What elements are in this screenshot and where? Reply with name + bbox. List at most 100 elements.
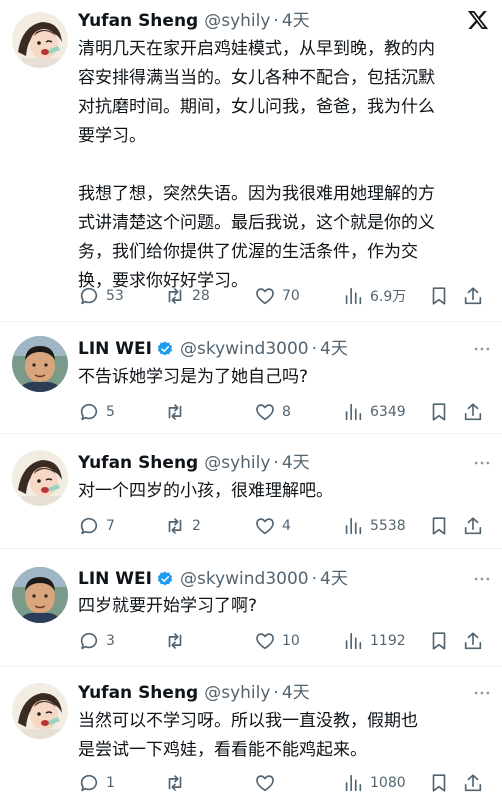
views-chart-icon: [345, 517, 362, 535]
reply-button[interactable]: 7: [78, 515, 115, 537]
like-count: 8: [282, 404, 291, 420]
avatar[interactable]: [12, 567, 68, 623]
author-handle[interactable]: @syhily: [204, 682, 270, 704]
tweet-text: 清明几天在家开启鸡娃模式，从早到晚，教的内 容安排得满当当的。女儿各种不配合，包…: [78, 35, 490, 296]
timestamp[interactable]: 4天: [282, 682, 310, 704]
tweet-text: 当然可以不学习呀。所以我一直没教，假期也 是尝试一下鸡娃，看看能不能鸡起来。: [78, 707, 490, 765]
reply-button[interactable]: 3: [78, 630, 115, 652]
more-dots-icon: [474, 577, 490, 581]
more-options-button[interactable]: [470, 452, 494, 474]
like-count: 10: [282, 633, 300, 649]
author-handle[interactable]: @skywind3000: [180, 568, 309, 590]
retweet-button[interactable]: [164, 630, 192, 652]
reply-button[interactable]: 5: [78, 401, 115, 423]
share-button[interactable]: [462, 285, 484, 307]
timestamp[interactable]: 4天: [282, 452, 310, 474]
share-icon: [464, 632, 482, 650]
bookmark-button[interactable]: [428, 630, 450, 652]
views-button[interactable]: 1192: [342, 630, 406, 652]
tweet-paragraph: 不告诉她学习是为了她自己吗?: [78, 367, 309, 387]
retweet-icon: [168, 288, 182, 304]
tweet-paragraph: 我想了想，突然失语。因为我很难用她理解的方 式讲清楚这个问题。最后我说，这个就是…: [78, 184, 435, 291]
retweet-button[interactable]: [164, 401, 192, 423]
tweet-header: Yufan Sheng @syhily · 4天: [78, 10, 458, 32]
reply-tweet-card[interactable]: LIN WEI @skywind3000 · 4天 四岁就要开始学习了啊? 3 …: [0, 549, 502, 667]
tweet-text: 对一个四岁的小孩，很难理解吧。: [78, 477, 490, 506]
like-count: 70: [282, 288, 300, 304]
reply-count: 5: [106, 404, 115, 420]
reply-button[interactable]: 1: [78, 772, 115, 794]
views-chart-icon: [345, 632, 362, 650]
action-bar: 53 28 70 6.9万: [78, 284, 490, 308]
author-handle[interactable]: @syhily: [204, 10, 270, 32]
views-button[interactable]: 5538: [342, 515, 406, 537]
retweet-button[interactable]: 28: [164, 285, 210, 307]
retweet-icon: [168, 518, 182, 534]
reply-count: 7: [106, 518, 115, 534]
author-handle[interactable]: @syhily: [204, 452, 270, 474]
tweet-paragraph: 清明几天在家开启鸡娃模式，从早到晚，教的内 容安排得满当当的。女儿各种不配合，包…: [78, 39, 435, 146]
reply-count: 53: [106, 288, 124, 304]
bookmark-button[interactable]: [428, 772, 450, 794]
views-button[interactable]: 6349: [342, 401, 406, 423]
author-name[interactable]: LIN WEI: [78, 338, 152, 360]
retweet-button[interactable]: [164, 772, 192, 794]
author-name[interactable]: Yufan Sheng: [78, 682, 198, 704]
share-icon: [464, 403, 482, 421]
separator-dot: ·: [273, 453, 279, 473]
views-button[interactable]: 1080: [342, 772, 406, 794]
author-name[interactable]: Yufan Sheng: [78, 10, 198, 32]
separator-dot: ·: [273, 683, 279, 703]
avatar[interactable]: [12, 336, 68, 392]
timestamp[interactable]: 4天: [282, 10, 310, 32]
view-count: 6.9万: [370, 289, 407, 305]
bookmark-icon: [432, 632, 446, 650]
separator-dot: ·: [311, 569, 318, 589]
author-name[interactable]: Yufan Sheng: [78, 452, 198, 474]
avatar[interactable]: [12, 12, 68, 68]
retweet-icon: [168, 633, 182, 649]
cartoon-girl-avatar-icon: [12, 683, 68, 739]
views-chart-icon: [345, 287, 362, 305]
like-button[interactable]: 8: [254, 401, 291, 423]
reply-tweet-card[interactable]: Yufan Sheng @syhily · 4天 当然可以不学习呀。所以我一直没…: [0, 667, 502, 800]
like-button[interactable]: [254, 772, 282, 794]
more-options-button[interactable]: [470, 568, 494, 590]
like-button[interactable]: 4: [254, 515, 291, 537]
like-button[interactable]: 70: [254, 285, 300, 307]
retweet-count: 28: [192, 288, 210, 304]
author-handle[interactable]: @skywind3000: [180, 338, 309, 360]
retweet-button[interactable]: 2: [164, 515, 201, 537]
tweet-card[interactable]: Yufan Sheng @syhily · 4天 清明几天在家开启鸡娃模式，从早…: [0, 0, 502, 322]
reply-tweet-card[interactable]: LIN WEI @skywind3000 · 4天 不告诉她学习是为了她自己吗?…: [0, 322, 502, 434]
separator-dot: ·: [311, 339, 318, 359]
avatar[interactable]: [12, 450, 68, 506]
bookmark-icon: [432, 287, 446, 305]
tweet-header: LIN WEI @skywind3000 · 4天: [78, 338, 490, 360]
x-logo-icon: [466, 8, 490, 32]
share-button[interactable]: [462, 630, 484, 652]
timestamp[interactable]: 4天: [320, 338, 348, 360]
avatar[interactable]: [12, 683, 68, 739]
bookmark-button[interactable]: [428, 401, 450, 423]
more-options-button[interactable]: [470, 338, 494, 360]
bookmark-button[interactable]: [428, 285, 450, 307]
action-bar: 3 10 1192: [78, 629, 490, 653]
author-name[interactable]: LIN WEI: [78, 568, 152, 590]
timestamp[interactable]: 4天: [320, 568, 348, 590]
share-button[interactable]: [462, 401, 484, 423]
tweet-paragraph: 对一个四岁的小孩，很难理解吧。: [78, 481, 333, 501]
reply-tweet-card[interactable]: Yufan Sheng @syhily · 4天 对一个四岁的小孩，很难理解吧。…: [0, 434, 502, 549]
share-button[interactable]: [462, 772, 484, 794]
tweet-paragraph: 当然可以不学习呀。所以我一直没教，假期也 是尝试一下鸡娃，看看能不能鸡起来。: [78, 711, 418, 760]
like-button[interactable]: 10: [254, 630, 300, 652]
view-count: 1192: [370, 633, 406, 649]
reply-button[interactable]: 53: [78, 285, 124, 307]
man-photo-avatar-icon: [12, 567, 68, 623]
views-button[interactable]: 6.9万: [342, 285, 406, 307]
more-options-button[interactable]: [470, 682, 494, 704]
bookmark-button[interactable]: [428, 515, 450, 537]
heart-icon: [256, 288, 274, 305]
share-button[interactable]: [462, 515, 484, 537]
heart-icon: [256, 775, 274, 792]
